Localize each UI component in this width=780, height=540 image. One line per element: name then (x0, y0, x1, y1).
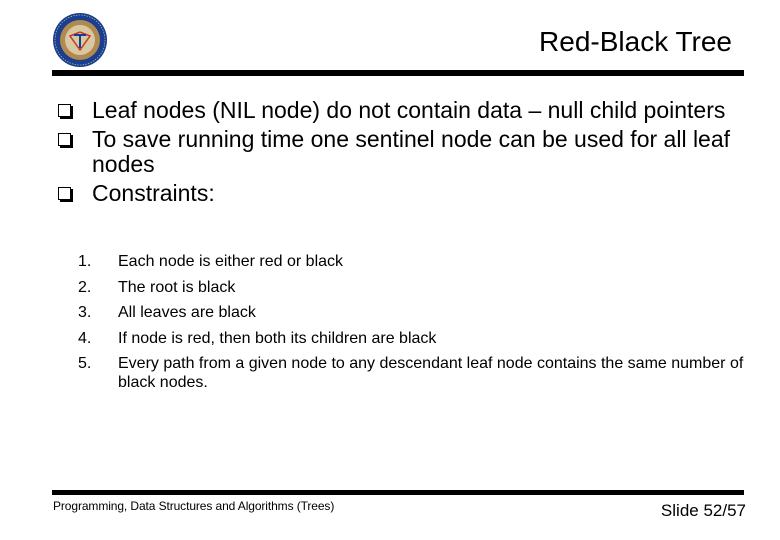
constraint-number: 5. (78, 355, 92, 372)
constraint-number: 4. (78, 329, 92, 347)
university-seal-icon (53, 13, 107, 67)
constraints-list: 1. Each node is either red or black 2. T… (78, 252, 758, 399)
constraint-text: Every path from a given node to any desc… (118, 355, 744, 391)
checkbox-bullet-icon (58, 187, 71, 200)
constraint-item: 1. Each node is either red or black (78, 252, 758, 271)
constraint-text: The root is black (118, 278, 236, 296)
bullet-item: Leaf nodes (NIL node) do not contain dat… (56, 98, 746, 123)
constraint-item: 4. If node is red, then both its childre… (78, 329, 758, 348)
constraint-item: 3. All leaves are black (78, 303, 758, 322)
constraint-item: 5. Every path from a given node to any d… (78, 354, 758, 392)
constraint-text: Each node is either red or black (118, 253, 344, 270)
checkbox-bullet-icon (58, 104, 71, 117)
bullet-item: To save running time one sentinel node c… (56, 127, 746, 177)
bullet-text: Leaf nodes (NIL node) do not contain dat… (92, 97, 726, 123)
bullet-list: Leaf nodes (NIL node) do not contain dat… (56, 98, 746, 210)
title-divider (52, 70, 744, 76)
bullet-text: To save running time one sentinel node c… (92, 126, 731, 177)
constraint-number: 3. (78, 304, 92, 321)
constraint-text: If node is red, then both its children a… (118, 329, 437, 347)
footer-divider (52, 490, 744, 495)
constraint-number: 1. (78, 253, 92, 270)
constraint-item: 2. The root is black (78, 278, 758, 297)
course-footer: Programming, Data Structures and Algorit… (53, 499, 335, 513)
bullet-text: Constraints: (92, 180, 215, 206)
bullet-item: Constraints: (56, 181, 746, 206)
checkbox-bullet-icon (58, 133, 71, 146)
constraint-number: 2. (78, 278, 92, 296)
constraint-text: All leaves are black (118, 304, 256, 321)
slide-title: Red-Black Tree (539, 26, 732, 57)
slide-number: Slide 52/57 (660, 501, 746, 520)
